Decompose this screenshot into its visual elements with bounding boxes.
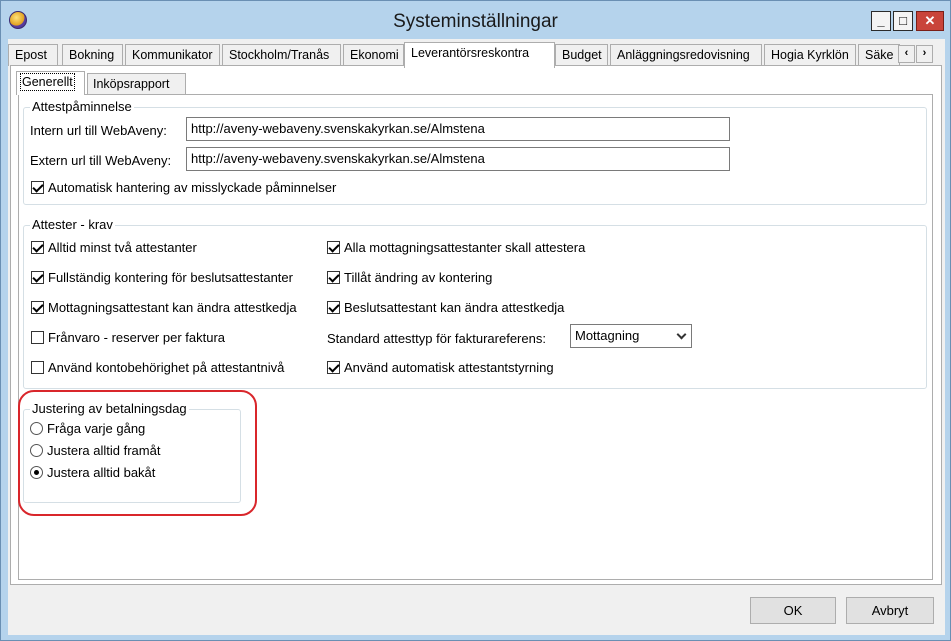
account-permission-label: Använd kontobehörighet på attestantnivå — [48, 360, 285, 375]
auto-handling-label: Automatisk hantering av misslyckade påmi… — [48, 180, 337, 195]
checkbox-unchecked-icon — [31, 331, 44, 344]
client-area: Epost Bokning Kommunikator Stockholm/Tra… — [8, 39, 945, 635]
tab-scroll-right-icon[interactable]: › — [916, 45, 933, 63]
checkbox-checked-icon — [327, 271, 340, 284]
tab-epost[interactable]: Epost — [8, 44, 58, 66]
inner-tab-generellt[interactable]: Generellt — [16, 71, 85, 95]
tab-panel: Generellt Inköpsrapport Attestpåminnelse… — [10, 65, 942, 585]
decision-change-chain-label: Beslutsattestant kan ändra attestkedja — [344, 300, 565, 315]
tab-budget[interactable]: Budget — [555, 44, 608, 66]
tab-sake[interactable]: Säke — [858, 44, 900, 66]
ok-button[interactable]: OK — [750, 597, 836, 624]
tab-anlaggningsredovisning[interactable]: Anläggningsredovisning — [610, 44, 762, 66]
checkbox-checked-icon — [31, 241, 44, 254]
receiver-change-chain-checkbox[interactable]: Mottagningsattestant kan ändra attestked… — [31, 300, 297, 315]
window-title: Systeminställningar — [393, 11, 558, 32]
checkbox-unchecked-icon — [31, 361, 44, 374]
intern-url-label: Intern url till WebAveny: — [30, 123, 167, 138]
auto-handling-checkbox[interactable]: Automatisk hantering av misslyckade påmi… — [31, 180, 336, 195]
attest-requirements-legend: Attester - krav — [30, 217, 115, 232]
tab-scroll-left-icon[interactable]: ‹ — [898, 45, 915, 63]
checkbox-checked-icon — [327, 241, 340, 254]
tab-stockholm-tranas[interactable]: Stockholm/Tranås — [222, 44, 341, 66]
general-panel: Attestpåminnelse Intern url till WebAven… — [18, 94, 933, 580]
red-highlight-outline — [18, 390, 257, 516]
settings-tabbar: Epost Bokning Kommunikator Stockholm/Tra… — [8, 42, 945, 68]
inner-tab-inkopsrapport[interactable]: Inköpsrapport — [87, 73, 186, 94]
account-permission-checkbox[interactable]: Använd kontobehörighet på attestantnivå — [31, 360, 284, 375]
attest-reminder-group: Attestpåminnelse Intern url till WebAven… — [23, 99, 927, 205]
tab-bokning[interactable]: Bokning — [62, 44, 123, 66]
checkbox-checked-icon — [327, 361, 340, 374]
decision-change-chain-checkbox[interactable]: Beslutsattestant kan ändra attestkedja — [327, 300, 564, 315]
allow-coding-change-label: Tillåt ändring av kontering — [344, 270, 493, 285]
maximize-button[interactable]: □ — [893, 11, 913, 31]
intern-url-field[interactable]: http://aveny-webaveny.svenskakyrkan.se/A… — [186, 117, 730, 141]
checkbox-checked-icon — [31, 181, 44, 194]
default-attest-type-value: Mottagning — [575, 328, 640, 343]
allow-coding-change-checkbox[interactable]: Tillåt ändring av kontering — [327, 270, 492, 285]
all-receivers-attest-checkbox[interactable]: Alla mottagningsattestanter skall attest… — [327, 240, 585, 255]
default-attest-type-select[interactable]: Mottagning — [570, 324, 692, 348]
checkbox-checked-icon — [31, 301, 44, 314]
auto-steering-checkbox[interactable]: Använd automatisk attestantstyrning — [327, 360, 554, 375]
tab-ekonomi[interactable]: Ekonomi — [343, 44, 404, 66]
min-two-attestants-label: Alltid minst två attestanter — [48, 240, 197, 255]
close-button[interactable]: ✕ — [916, 11, 944, 31]
receiver-change-chain-label: Mottagningsattestant kan ändra attestked… — [48, 300, 297, 315]
full-coding-checkbox[interactable]: Fullständig kontering för beslutsattesta… — [31, 270, 293, 285]
checkbox-checked-icon — [31, 271, 44, 284]
window-frame: Systeminställningar _ □ ✕ Epost Bokning … — [0, 0, 951, 641]
default-attest-type-label: Standard attesttyp för fakturareferens: — [327, 331, 546, 346]
auto-steering-label: Använd automatisk attestantstyrning — [344, 360, 554, 375]
extern-url-field[interactable]: http://aveny-webaveny.svenskakyrkan.se/A… — [186, 147, 730, 171]
min-two-attestants-checkbox[interactable]: Alltid minst två attestanter — [31, 240, 197, 255]
title-bar: Systeminställningar _ □ ✕ — [1, 1, 950, 39]
tab-hogia-kyrklon[interactable]: Hogia Kyrklön — [764, 44, 856, 66]
cancel-button[interactable]: Avbryt — [846, 597, 934, 624]
all-receivers-attest-label: Alla mottagningsattestanter skall attest… — [344, 240, 586, 255]
checkbox-checked-icon — [327, 301, 340, 314]
extern-url-label: Extern url till WebAveny: — [30, 153, 172, 168]
tab-kommunikator[interactable]: Kommunikator — [125, 44, 220, 66]
absence-reserve-checkbox[interactable]: Frånvaro - reserver per faktura — [31, 330, 225, 345]
minimize-button[interactable]: _ — [871, 11, 891, 31]
inner-tab-generellt-label: Generellt — [20, 73, 75, 91]
attest-reminder-legend: Attestpåminnelse — [30, 99, 134, 114]
absence-reserve-label: Frånvaro - reserver per faktura — [48, 330, 226, 345]
attest-requirements-group: Attester - krav Alltid minst två attesta… — [23, 217, 927, 389]
chevron-down-icon — [676, 329, 687, 340]
full-coding-label: Fullständig kontering för beslutsattesta… — [48, 270, 293, 285]
tab-leverantorsreskontra[interactable]: Leverantörsreskontra — [404, 42, 555, 68]
